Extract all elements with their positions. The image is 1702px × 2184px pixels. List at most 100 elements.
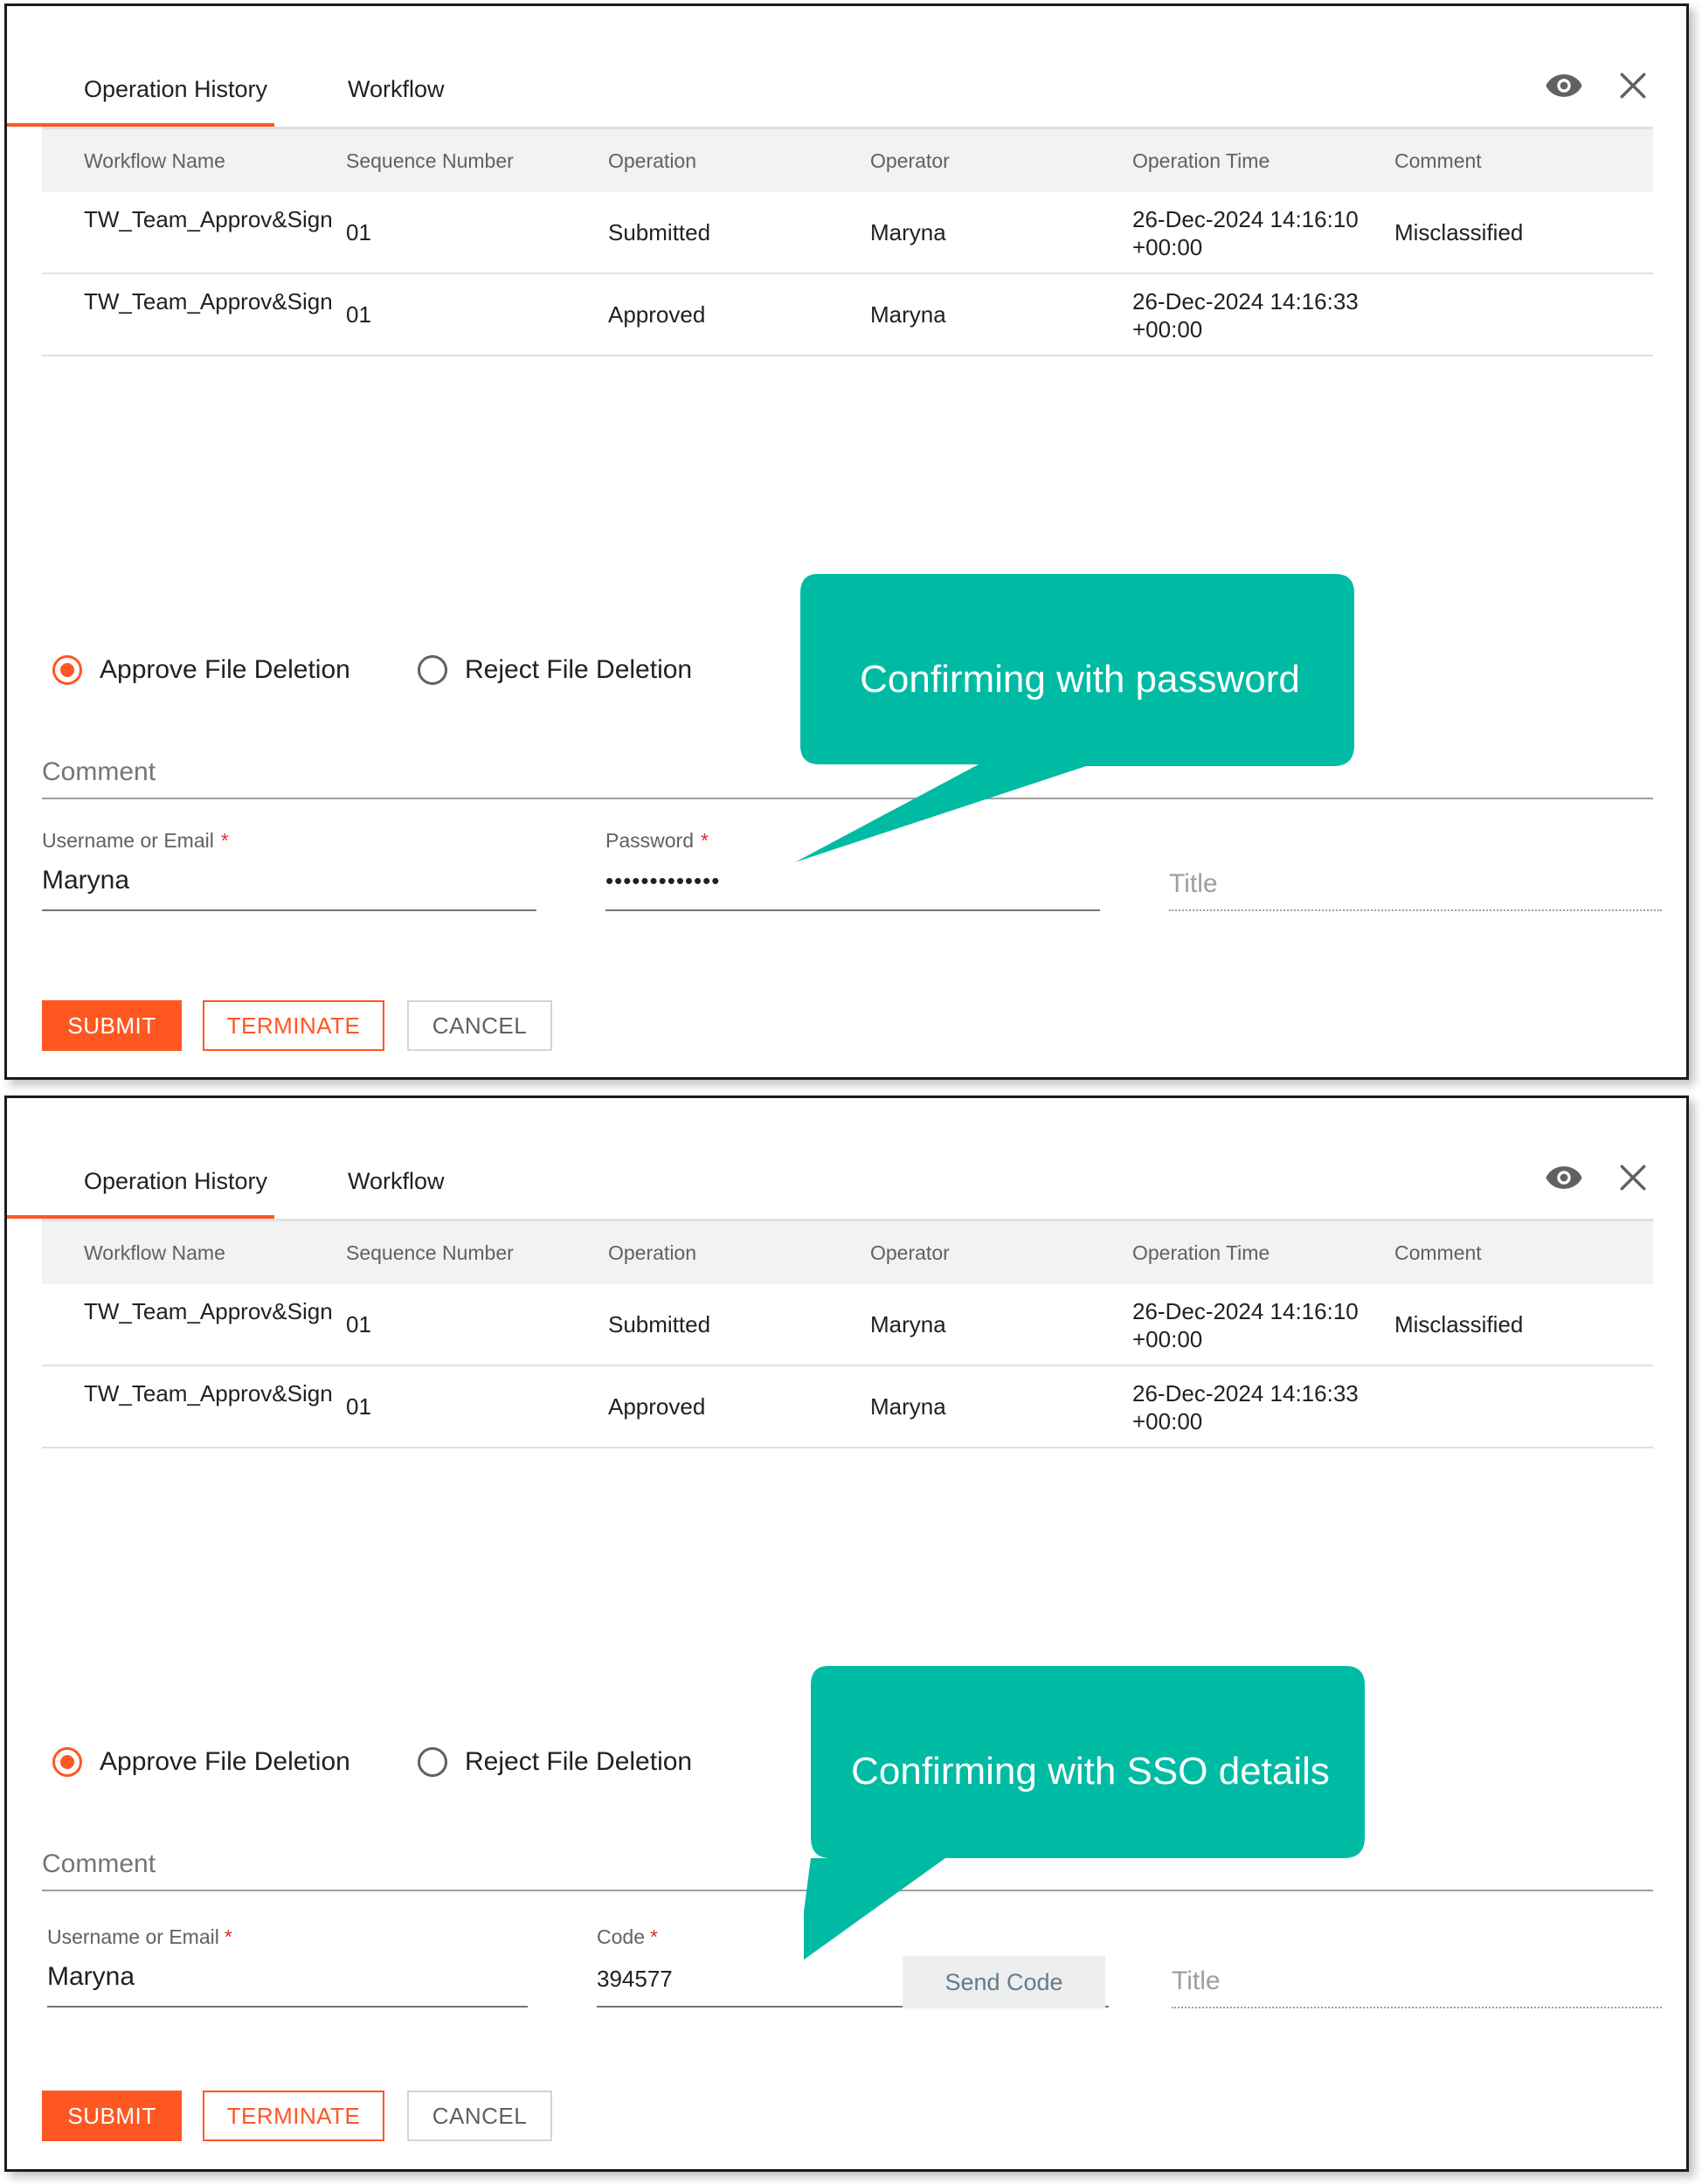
username-value: Maryna: [42, 866, 130, 895]
column-header-sequence-number[interactable]: Sequence Number: [346, 1221, 514, 1284]
callout-sso: Confirming with SSO details: [804, 1666, 1380, 1963]
cell-operation-time: 26-Dec-2024 14:16:10 +00:00: [1132, 1298, 1359, 1352]
table-row[interactable]: TW_Team_Approv&Sign 01 Approved Maryna 2…: [42, 1366, 1653, 1448]
cell-operation-time: 26-Dec-2024 14:16:10 +00:00: [1132, 206, 1359, 260]
column-header-operation-time[interactable]: Operation Time: [1132, 1221, 1368, 1284]
cell-workflow-name: TW_Team_Approv&Sign: [84, 1298, 333, 1324]
cell-comment: Misclassified: [1394, 1311, 1524, 1337]
cell-workflow-name: TW_Team_Approv&Sign: [84, 1380, 333, 1406]
radio-label: Reject File Deletion: [465, 655, 693, 684]
column-header-workflow-name[interactable]: Workflow Name: [84, 129, 320, 192]
callout-text: Confirming with SSO details: [851, 1750, 1330, 1793]
column-header-operation[interactable]: Operation: [608, 129, 696, 192]
cancel-button[interactable]: CANCEL: [407, 1000, 552, 1051]
radio-label: Approve File Deletion: [100, 655, 350, 684]
cell-operator: Maryna: [870, 1393, 946, 1420]
callout-bubble: [795, 574, 1354, 862]
send-code-button[interactable]: Send Code: [903, 1956, 1105, 2008]
cell-sequence-number: 01: [346, 1393, 371, 1420]
required-mark: *: [649, 1925, 658, 1948]
required-mark: *: [700, 829, 709, 852]
code-label: Code *: [597, 1925, 658, 1948]
approval-dialog-password: Operation History Workflow Workflow Name…: [4, 3, 1689, 1080]
radio-label: Approve File Deletion: [100, 1747, 350, 1776]
field-underline: [605, 909, 1100, 911]
eye-icon[interactable]: [1545, 73, 1583, 99]
cell-sequence-number: 01: [346, 219, 371, 245]
cancel-button[interactable]: CANCEL: [407, 2091, 552, 2141]
cell-comment: Misclassified: [1394, 219, 1524, 245]
radio-selected-icon: [52, 1747, 82, 1777]
cell-operation: Submitted: [608, 219, 711, 245]
cell-operation-time: 26-Dec-2024 14:16:33 +00:00: [1132, 1380, 1359, 1434]
submit-button[interactable]: SUBMIT: [42, 2091, 182, 2141]
required-mark: *: [224, 1925, 232, 1948]
cell-operator: Maryna: [870, 219, 946, 245]
operation-history-table: Workflow Name Sequence Number Operation …: [42, 1221, 1653, 1448]
username-label: Username or Email *: [42, 829, 229, 852]
column-header-operator[interactable]: Operator: [870, 1221, 950, 1284]
cell-sequence-number: 01: [346, 301, 371, 328]
comment-placeholder: Comment: [42, 757, 156, 786]
column-header-sequence-number[interactable]: Sequence Number: [346, 129, 514, 192]
approve-file-deletion-radio[interactable]: Approve File Deletion: [52, 1743, 350, 1781]
cell-workflow-name: TW_Team_Approv&Sign: [84, 288, 333, 314]
close-icon[interactable]: [1618, 71, 1648, 100]
column-header-operator[interactable]: Operator: [870, 129, 950, 192]
username-field[interactable]: Username or Email * Maryna: [42, 829, 536, 915]
table-row[interactable]: TW_Team_Approv&Sign 01 Submitted Maryna …: [42, 1284, 1653, 1366]
radio-unselected-icon: [418, 1747, 447, 1777]
column-header-workflow-name[interactable]: Workflow Name: [84, 1221, 320, 1284]
close-icon[interactable]: [1618, 1163, 1648, 1192]
title-placeholder: Title: [1169, 869, 1218, 898]
cell-operator: Maryna: [870, 1311, 946, 1337]
cell-operation-time: 26-Dec-2024 14:16:33 +00:00: [1132, 288, 1359, 342]
cell-sequence-number: 01: [346, 1311, 371, 1337]
terminate-button[interactable]: TERMINATE: [203, 1000, 384, 1051]
radio-label: Reject File Deletion: [465, 1747, 693, 1776]
tab-operation-history[interactable]: Operation History: [42, 50, 309, 128]
callout-password: Confirming with password: [793, 574, 1370, 871]
callout-bubble: [804, 1666, 1365, 1960]
reject-file-deletion-radio[interactable]: Reject File Deletion: [418, 651, 692, 689]
required-mark: *: [220, 829, 229, 852]
table-row[interactable]: TW_Team_Approv&Sign 01 Approved Maryna 2…: [42, 274, 1653, 356]
radio-selected-icon: [52, 655, 82, 685]
field-underline: [1169, 909, 1662, 911]
cell-workflow-name: TW_Team_Approv&Sign: [84, 206, 333, 232]
password-value: •••••••••••••: [605, 867, 721, 894]
username-field[interactable]: Username or Email * Maryna: [47, 1925, 528, 2011]
column-header-operation-time[interactable]: Operation Time: [1132, 129, 1368, 192]
field-underline: [47, 2006, 528, 2008]
approve-file-deletion-radio[interactable]: Approve File Deletion: [52, 651, 350, 689]
code-value: 394577: [597, 1966, 673, 1992]
column-header-comment[interactable]: Comment: [1394, 1221, 1482, 1284]
cell-operator: Maryna: [870, 301, 946, 328]
tab-operation-history[interactable]: Operation History: [42, 1142, 309, 1220]
cell-operation: Approved: [608, 1393, 706, 1420]
submit-button[interactable]: SUBMIT: [42, 1000, 182, 1051]
eye-icon[interactable]: [1545, 1165, 1583, 1191]
column-header-comment[interactable]: Comment: [1394, 129, 1482, 192]
tab-workflow[interactable]: Workflow: [348, 1142, 522, 1220]
table-header: Workflow Name Sequence Number Operation …: [42, 129, 1653, 192]
column-header-operation[interactable]: Operation: [608, 1221, 696, 1284]
reject-file-deletion-radio[interactable]: Reject File Deletion: [418, 1743, 692, 1781]
password-label: Password *: [605, 829, 709, 852]
table-row[interactable]: TW_Team_Approv&Sign 01 Submitted Maryna …: [42, 192, 1653, 274]
title-input[interactable]: Title: [1172, 1959, 1662, 2012]
username-label: Username or Email *: [47, 1925, 232, 1948]
callout-text: Confirming with password: [860, 658, 1300, 701]
field-underline: [42, 909, 536, 911]
cell-operation: Submitted: [608, 1311, 711, 1337]
username-value: Maryna: [47, 1962, 135, 1991]
table-header: Workflow Name Sequence Number Operation …: [42, 1221, 1653, 1284]
cell-operation: Approved: [608, 301, 706, 328]
title-placeholder: Title: [1172, 1966, 1221, 1995]
field-underline: [1172, 2007, 1662, 2008]
terminate-button[interactable]: TERMINATE: [203, 2091, 384, 2141]
comment-placeholder: Comment: [42, 1849, 156, 1878]
approval-dialog-sso: Operation History Workflow Workflow Name…: [4, 1095, 1689, 2172]
tab-workflow[interactable]: Workflow: [348, 50, 522, 128]
radio-unselected-icon: [418, 655, 447, 685]
